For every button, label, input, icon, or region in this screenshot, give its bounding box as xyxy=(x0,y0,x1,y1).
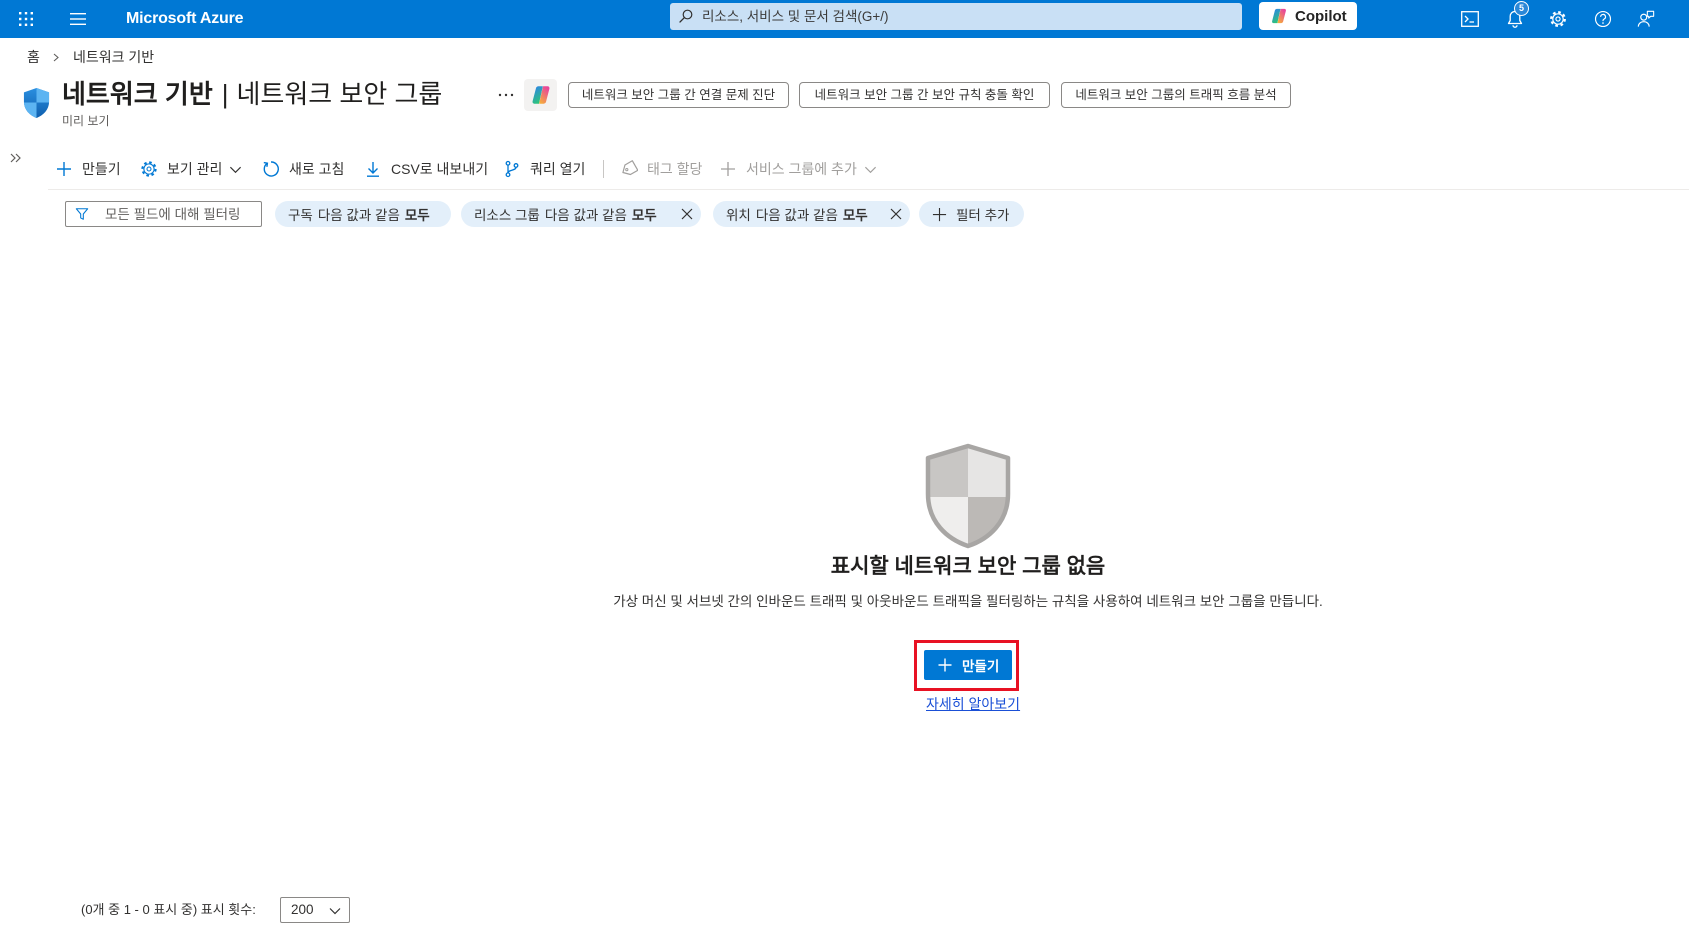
close-icon[interactable] xyxy=(890,208,902,220)
filter-pill-operator: 다음 값과 같음 xyxy=(317,208,400,223)
manage-view-label: 보기 관리 xyxy=(167,161,223,177)
export-csv-button[interactable]: CSV로 내보내기 xyxy=(364,158,488,180)
add-filter-button[interactable]: 필터 추가 xyxy=(919,201,1024,227)
chevron-right-icon xyxy=(53,53,59,62)
cloud-shell-icon[interactable] xyxy=(1450,0,1490,38)
filter-pill-value: 모두 xyxy=(842,208,868,223)
download-icon xyxy=(367,162,379,177)
refresh-button[interactable]: 새로 고침 xyxy=(262,158,344,180)
filter-pill-operator: 다음 값과 같음 xyxy=(544,208,627,223)
copilot-icon xyxy=(1272,8,1286,24)
copilot-suggestions-button[interactable] xyxy=(524,79,557,111)
top-nav-bar: Microsoft Azure Copilot xyxy=(0,0,1689,38)
chevron-down-icon xyxy=(329,908,341,915)
filter-pill-subscription[interactable]: 구독 다음 값과 같음 모두 xyxy=(275,201,451,227)
plus-icon xyxy=(932,207,947,221)
expand-sidebar-icon[interactable] xyxy=(9,151,23,165)
gear-icon[interactable] xyxy=(1538,0,1578,38)
filter-pill-resource-group[interactable]: 리소스 그룹 다음 값과 같음 모두 xyxy=(461,201,701,227)
azure-portal-page: Microsoft Azure Copilot xyxy=(0,0,1689,947)
search-input[interactable] xyxy=(702,3,1232,30)
copilot-button[interactable]: Copilot xyxy=(1259,2,1357,30)
close-icon[interactable] xyxy=(681,208,693,220)
breadcrumb-current[interactable]: 네트워크 기반 xyxy=(73,48,154,66)
pagination-summary: (0개 중 1 - 0 표시 중) 표시 횟수: xyxy=(81,902,256,917)
network-security-group-icon xyxy=(23,88,50,118)
plus-icon xyxy=(721,162,735,176)
refresh-icon xyxy=(263,161,279,177)
empty-state-create-button[interactable]: 만들기 xyxy=(924,650,1012,680)
manage-view-button[interactable]: 보기 관리 xyxy=(140,158,242,180)
brand-name[interactable]: Microsoft Azure xyxy=(126,0,244,38)
export-csv-label: CSV로 내보내기 xyxy=(391,161,489,177)
page-title-service: 네트워크 기반 xyxy=(62,79,213,109)
refresh-label: 새로 고침 xyxy=(289,161,345,177)
filter-pill-value: 모두 xyxy=(631,208,657,223)
command-bar-divider xyxy=(48,189,1689,190)
gear-icon xyxy=(141,161,157,177)
add-filter-label: 필터 추가 xyxy=(956,208,1010,223)
filter-pill-location[interactable]: 위치 다음 값과 같음 모두 xyxy=(713,201,910,227)
suggestion-chip-traffic-flow[interactable]: 네트워크 보안 그룹의 트래픽 흐름 분석 xyxy=(1061,82,1291,108)
suggestion-chip-diagnose[interactable]: 네트워크 보안 그룹 간 연결 문제 진단 xyxy=(568,82,789,108)
help-icon[interactable] xyxy=(1583,0,1623,38)
add-to-service-group-label: 서비스 그룹에 추가 xyxy=(746,161,857,177)
toolbar-divider xyxy=(603,160,604,178)
search-icon xyxy=(679,9,693,23)
plus-icon xyxy=(938,658,952,672)
page-title-separator: | xyxy=(221,79,229,109)
copilot-icon xyxy=(532,86,549,104)
chevron-down-icon xyxy=(230,166,242,173)
assign-tags-label: 태그 할당 xyxy=(647,161,703,177)
filter-field[interactable] xyxy=(65,201,262,227)
preview-label: 미리 보기 xyxy=(62,114,110,128)
page-title: 네트워크 기반 | 네트워크 보안 그룹 xyxy=(62,78,442,110)
notification-badge: 5 xyxy=(1514,1,1529,16)
tag-icon xyxy=(622,160,638,176)
page-size-value: 200 xyxy=(291,902,314,917)
funnel-icon xyxy=(75,208,89,220)
filter-pill-field: 구독 xyxy=(288,208,313,223)
empty-state-title: 표시할 네트워크 보안 그룹 없음 xyxy=(830,555,1106,578)
create-button[interactable]: 만들기 xyxy=(55,158,121,180)
filter-pill-value: 모두 xyxy=(404,208,430,223)
breadcrumb-home[interactable]: 홈 xyxy=(27,48,40,66)
filter-pill-field: 위치 xyxy=(726,208,751,223)
hamburger-menu-icon[interactable] xyxy=(58,0,98,38)
add-to-service-group-button[interactable]: 서비스 그룹에 추가 xyxy=(719,158,877,180)
empty-state-description: 가상 머신 및 서브넷 간의 인바운드 트래픽 및 아웃바운드 트래픽을 필터링… xyxy=(613,594,1323,609)
waffle-icon[interactable] xyxy=(6,0,46,38)
assign-tags-button[interactable]: 태그 할당 xyxy=(620,158,702,180)
global-search[interactable] xyxy=(670,3,1242,30)
empty-state-create-label: 만들기 xyxy=(962,659,1000,674)
create-label: 만들기 xyxy=(82,161,121,177)
more-icon[interactable] xyxy=(498,88,514,102)
learn-more-link[interactable]: 자세히 알아보기 xyxy=(926,695,1020,713)
plus-icon xyxy=(57,162,71,176)
page-title-resource: 네트워크 보안 그룹 xyxy=(236,79,443,109)
filter-pill-operator: 다음 값과 같음 xyxy=(755,208,838,223)
copilot-label: Copilot xyxy=(1295,7,1347,25)
open-query-button[interactable]: 쿼리 열기 xyxy=(503,158,585,180)
open-query-label: 쿼리 열기 xyxy=(530,161,586,177)
chevron-down-icon xyxy=(864,166,876,173)
query-branch-icon xyxy=(505,160,519,178)
filter-input[interactable] xyxy=(105,202,257,226)
filter-pill-field: 리소스 그룹 xyxy=(474,208,540,223)
page-size-select[interactable]: 200 xyxy=(280,897,350,923)
feedback-icon[interactable] xyxy=(1626,0,1666,38)
empty-shield-icon xyxy=(925,443,1011,549)
suggestion-chip-rule-conflicts[interactable]: 네트워크 보안 그룹 간 보안 규칙 충돌 확인 xyxy=(799,82,1050,108)
